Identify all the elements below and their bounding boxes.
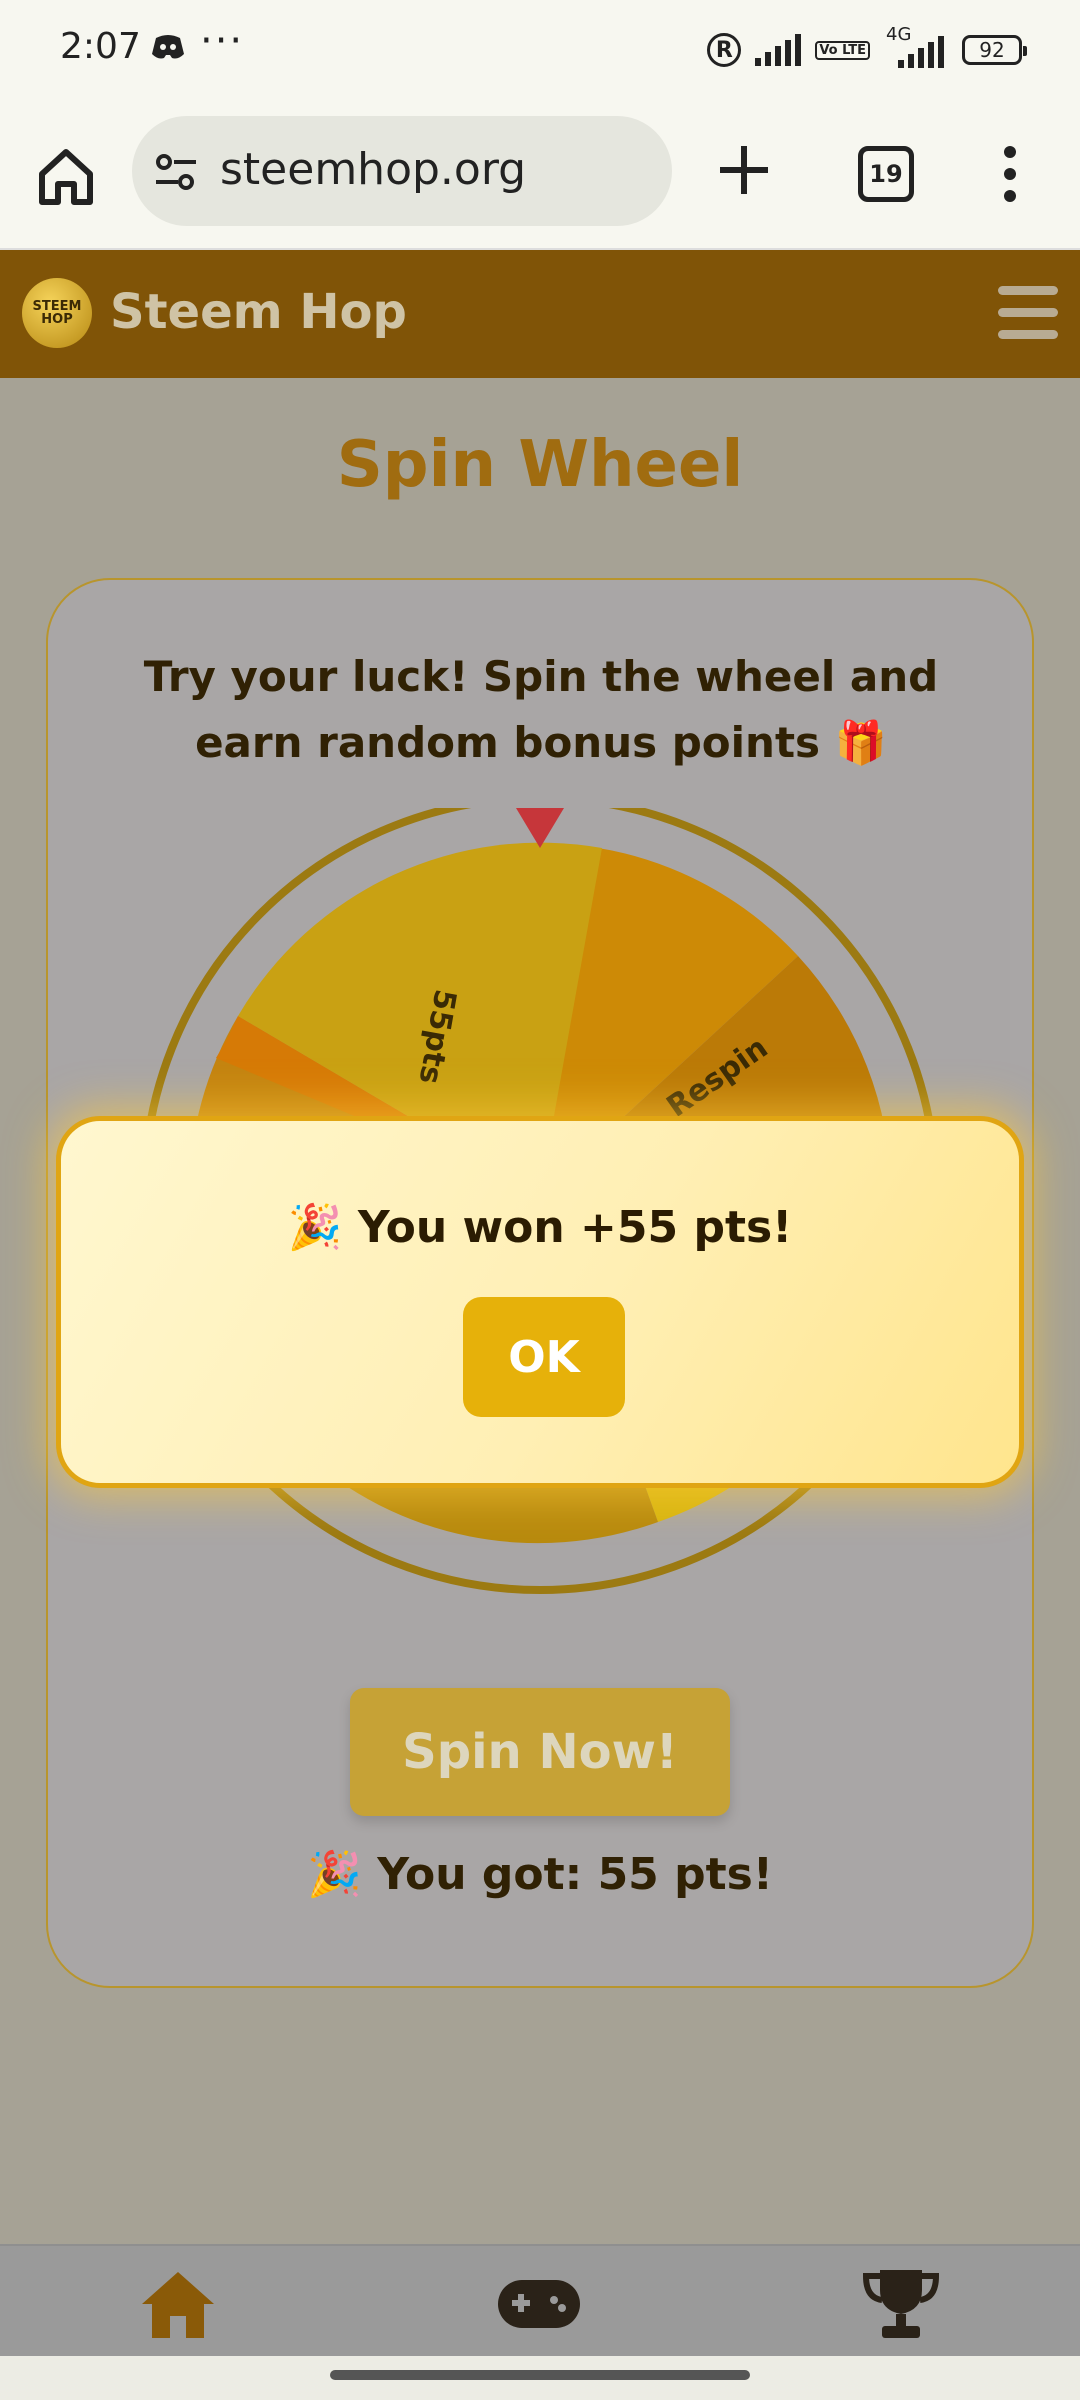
site-header: STEEM HOP Steem Hop <box>0 250 1080 378</box>
status-time: 2:07 <box>60 26 141 67</box>
trophy-icon[interactable] <box>862 2264 940 2342</box>
wheel-pointer <box>516 808 564 848</box>
signal-4g-icon: 4G <box>884 24 948 70</box>
win-message: 🎉 You won +55 pts! <box>287 1202 793 1253</box>
win-modal: 🎉 You won +55 pts! OK <box>56 1116 1024 1488</box>
discord-icon <box>152 35 184 59</box>
site-settings-icon[interactable] <box>154 152 198 192</box>
spin-now-button[interactable]: Spin Now! <box>350 1688 730 1816</box>
home-icon[interactable] <box>138 2266 218 2342</box>
battery-icon: 92 <box>962 35 1027 65</box>
overflow-menu-icon[interactable] <box>1000 144 1020 204</box>
gesture-area <box>0 2356 1080 2400</box>
status-more-icon: ··· <box>200 18 245 64</box>
hamburger-menu-icon[interactable] <box>998 286 1058 342</box>
site-logo[interactable]: STEEM HOP <box>22 278 92 348</box>
browser-toolbar: steemhop.org 19 <box>0 100 1080 250</box>
page-title: Spin Wheel <box>336 428 744 502</box>
spin-description: Try your luck! Spin the wheel and earn r… <box>143 652 939 767</box>
bottom-nav <box>0 2244 1080 2358</box>
signal-icon <box>755 34 802 66</box>
tab-switcher-button[interactable]: 19 <box>858 146 914 202</box>
volte-icon: Vo LTE <box>815 40 870 60</box>
spin-result-text: 🎉 You got: 55 pts! <box>307 1849 773 1900</box>
gamepad-icon[interactable] <box>496 2276 582 2332</box>
site-title[interactable]: Steem Hop <box>110 284 407 340</box>
status-bar: 2:07 ··· R Vo LTE 4G 92 <box>0 0 1080 100</box>
url-text: steemhop.org <box>220 144 527 195</box>
browser-home-icon[interactable] <box>36 146 96 206</box>
ok-button[interactable]: OK <box>463 1297 625 1417</box>
registered-icon: R <box>707 33 742 67</box>
address-bar[interactable]: steemhop.org <box>132 116 672 226</box>
new-tab-icon[interactable] <box>714 140 774 200</box>
gesture-handle[interactable] <box>330 2370 750 2380</box>
